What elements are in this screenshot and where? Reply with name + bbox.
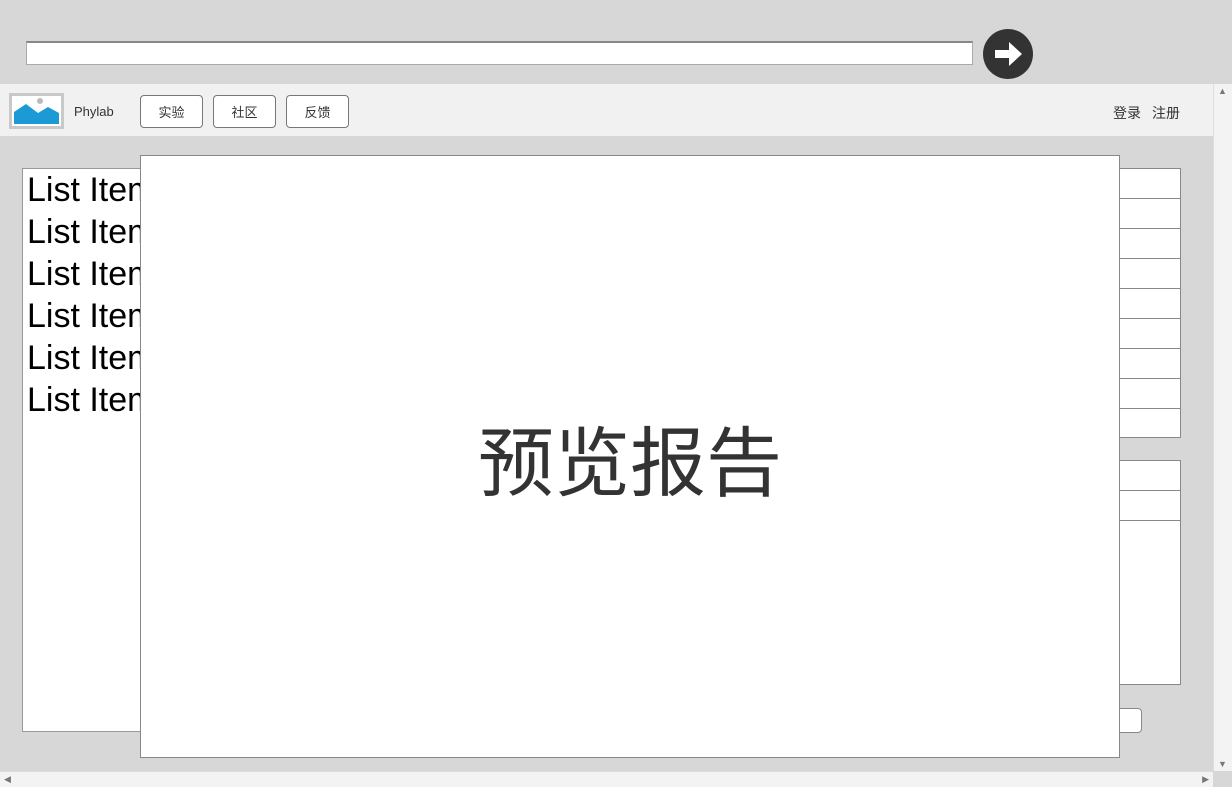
nav-button-community[interactable]: 社区 <box>213 95 276 128</box>
go-button[interactable] <box>983 29 1033 79</box>
arrow-right-icon <box>995 42 1022 66</box>
nav-button-feedback[interactable]: 反馈 <box>286 95 349 128</box>
brand-name: Phylab <box>74 104 114 119</box>
login-link[interactable]: 登录 <box>1113 103 1141 123</box>
scroll-left-icon[interactable]: ◀ <box>4 774 11 785</box>
vertical-scrollbar[interactable]: ▲ ▼ <box>1213 84 1232 771</box>
register-link[interactable]: 注册 <box>1152 103 1180 123</box>
scroll-right-icon[interactable]: ▶ <box>1202 774 1209 785</box>
address-bar[interactable] <box>26 41 973 65</box>
preview-report-modal: 预览报告 <box>140 155 1120 758</box>
modal-title: 预览报告 <box>478 421 782 507</box>
scroll-up-icon[interactable]: ▲ <box>1218 86 1227 96</box>
nav-button-experiment[interactable]: 实验 <box>140 95 203 128</box>
scroll-down-icon[interactable]: ▼ <box>1218 759 1227 769</box>
horizontal-scrollbar[interactable]: ◀ ▶ <box>0 771 1213 787</box>
logo-image-icon <box>9 93 64 129</box>
